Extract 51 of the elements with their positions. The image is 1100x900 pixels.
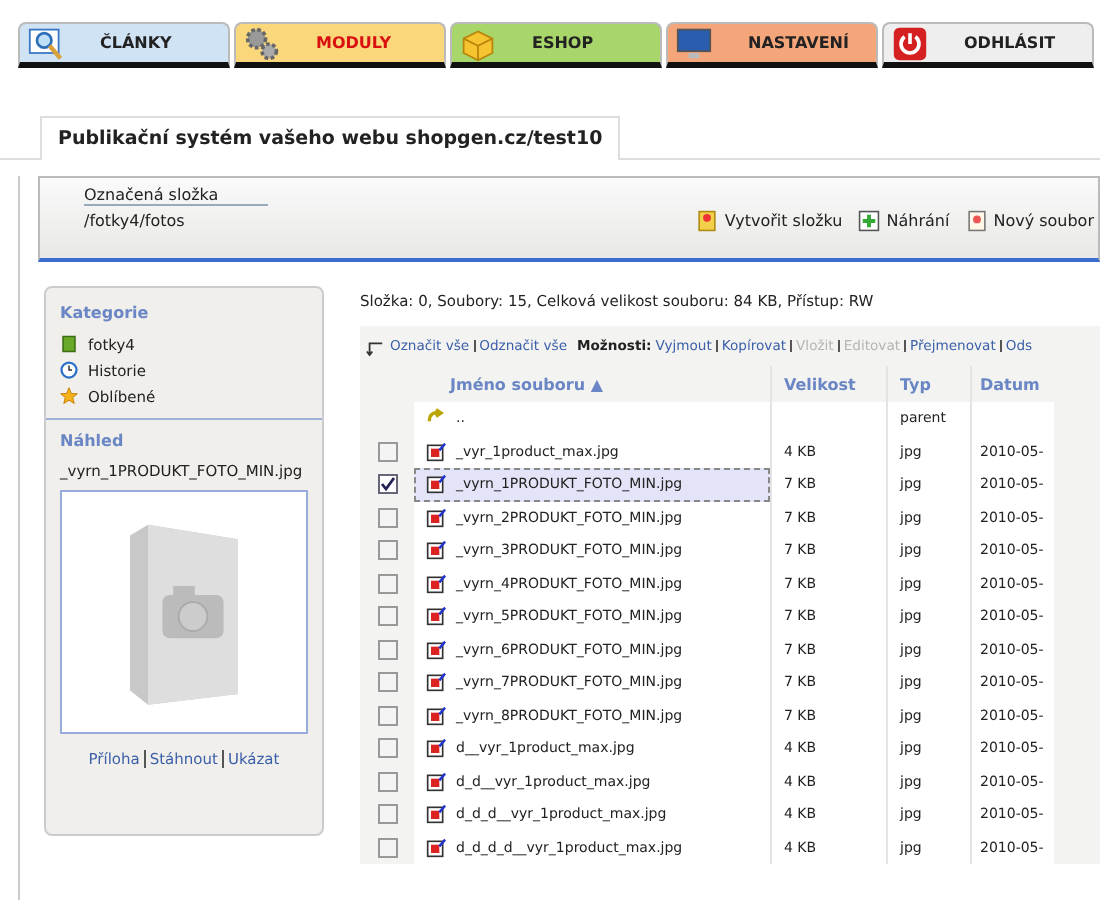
image-file-icon	[426, 837, 446, 858]
row-checkbox[interactable]	[377, 441, 397, 462]
image-file-icon	[426, 771, 446, 792]
gears-icon	[244, 25, 280, 61]
plus-icon	[858, 210, 881, 232]
section-title: Kategorie	[60, 304, 151, 322]
file-icon	[965, 210, 988, 232]
monitor-icon	[676, 25, 712, 61]
image-file-icon	[426, 540, 446, 561]
image-file-icon	[426, 573, 446, 594]
nav-tab[interactable]: ESHOP	[450, 22, 662, 68]
row-checkbox[interactable]	[377, 639, 397, 660]
row-checkbox[interactable]	[377, 606, 397, 627]
row-checkbox[interactable]	[377, 804, 397, 825]
row-checkbox[interactable]	[377, 771, 397, 792]
toolbar-button[interactable]: Náhrání	[854, 210, 954, 232]
folder-label: Označená složka	[84, 186, 269, 206]
row-checkbox[interactable]	[377, 672, 397, 693]
image-file-icon	[426, 804, 446, 825]
row-checkbox[interactable]	[377, 474, 397, 495]
image-file-icon	[426, 474, 446, 495]
row-checkbox[interactable]	[377, 507, 397, 528]
row-checkbox[interactable]	[377, 705, 397, 726]
nav-tab[interactable]: ODHLÁSIT	[882, 22, 1094, 68]
toolbar-button[interactable]: Nový soubor	[961, 210, 1098, 232]
row-checkbox[interactable]	[377, 540, 397, 561]
image-file-icon	[426, 705, 446, 726]
image-file-icon	[426, 441, 446, 462]
nav-tab[interactable]: NASTAVENÍ	[666, 22, 878, 68]
image-file-icon	[426, 507, 446, 528]
toolbar-button[interactable]: Vytvořit složku	[692, 210, 847, 232]
row-checkbox[interactable]	[377, 837, 397, 858]
section-title: Náhled	[60, 432, 126, 450]
image-file-icon	[426, 639, 446, 660]
box-icon	[460, 25, 496, 61]
power-icon	[892, 25, 928, 61]
nav-tab[interactable]: MODULY	[234, 22, 446, 68]
folder-path: /fotky4/fotos	[84, 212, 187, 230]
image-file-icon	[426, 738, 446, 759]
nav-tab[interactable]: ČLÁNKY	[18, 22, 230, 68]
row-checkbox[interactable]	[377, 738, 397, 759]
table-cell	[970, 402, 1054, 435]
star-icon	[60, 386, 78, 406]
return-arrow-icon	[366, 337, 384, 355]
book-icon	[60, 334, 78, 354]
row-checkbox[interactable]	[377, 573, 397, 594]
folder-icon	[696, 210, 719, 232]
image-file-icon	[426, 672, 446, 693]
clock-icon	[60, 360, 78, 380]
image-file-icon	[426, 606, 446, 627]
search-icon	[28, 25, 64, 61]
